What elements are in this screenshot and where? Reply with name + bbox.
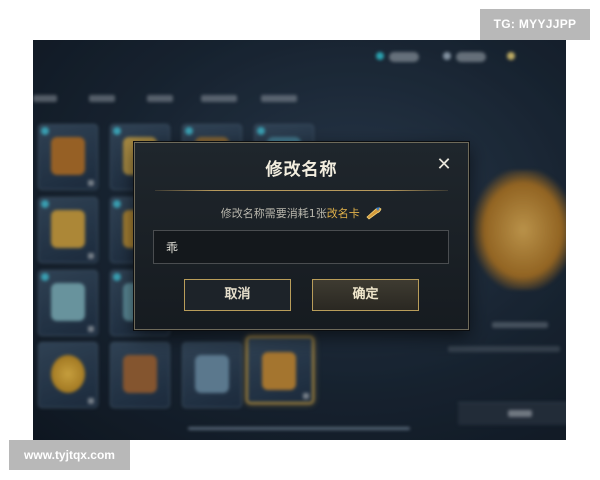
dialog-title: 修改名称 bbox=[265, 160, 338, 180]
name-input[interactable] bbox=[153, 230, 449, 264]
title-divider bbox=[155, 190, 448, 191]
cancel-button[interactable]: 取消 bbox=[184, 279, 291, 311]
watermark-tg: TG: MYYJJPP bbox=[480, 9, 590, 40]
cost-hint: 修改名称需要消耗1张改名卡 bbox=[135, 205, 468, 221]
close-icon: ✕ bbox=[436, 154, 452, 175]
rename-card-icon bbox=[366, 206, 382, 220]
rename-dialog: 修改名称 ✕ 修改名称需要消耗1张改名卡 取消 确定 bbox=[134, 142, 469, 330]
cost-hint-text: 修改名称需要消耗1张 bbox=[220, 207, 327, 220]
close-button[interactable]: ✕ bbox=[434, 155, 454, 175]
game-screen: 修改名称 ✕ 修改名称需要消耗1张改名卡 取消 确定 bbox=[33, 40, 566, 440]
confirm-button[interactable]: 确定 bbox=[312, 279, 419, 311]
watermark-url: www.tyjtqx.com bbox=[9, 440, 130, 470]
cost-item-name: 改名卡 bbox=[326, 207, 360, 220]
